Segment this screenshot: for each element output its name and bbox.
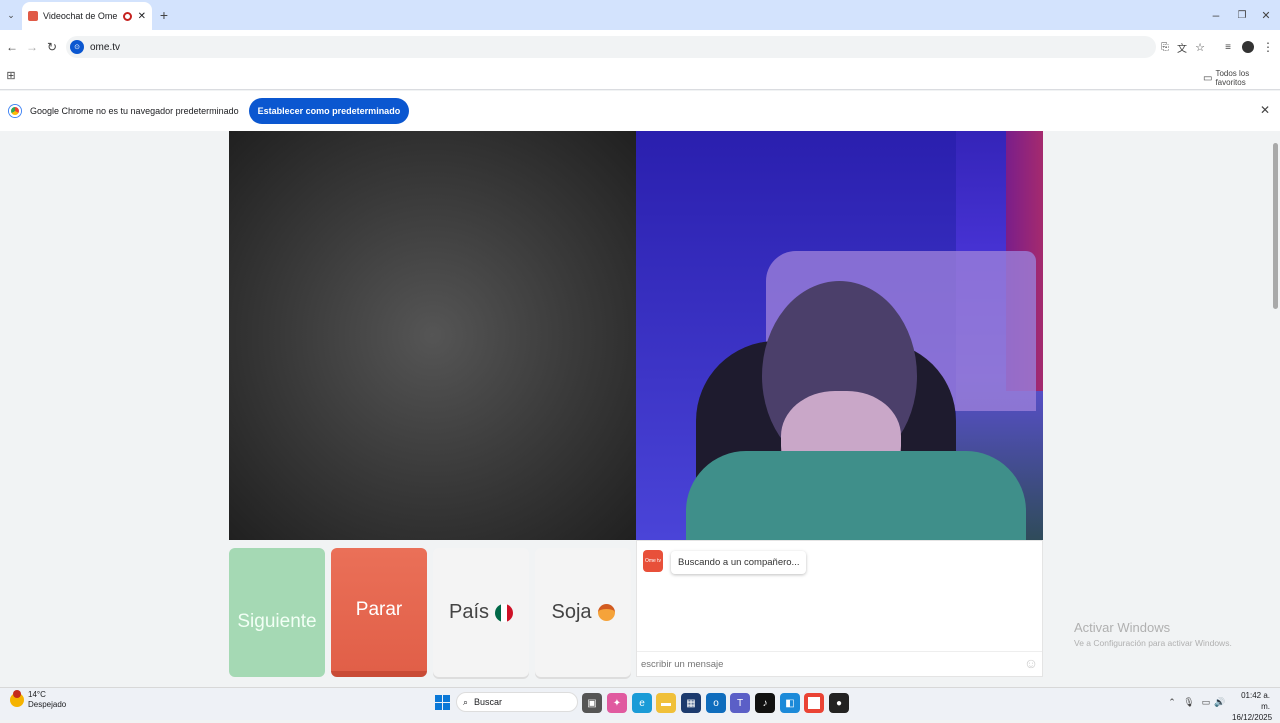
chrome-taskbar-icon[interactable]: [804, 693, 824, 713]
country-label: País: [448, 601, 490, 623]
ometv-logo-text: Ome tv: [644, 558, 662, 564]
site-info-icon[interactable]: ⊙: [70, 40, 84, 54]
volume-icon[interactable]: 🔊: [1214, 695, 1226, 709]
back-icon[interactable]: ←: [4, 39, 20, 55]
weather-widget[interactable]: 14°C Despejado: [10, 690, 66, 710]
bookmark-star-icon[interactable]: ☆: [1193, 40, 1207, 54]
watermark-title: Activar Windows: [1074, 620, 1171, 635]
recorder-icon[interactable]: ●: [829, 693, 849, 713]
watermark-subtitle: Ve a Configuración para activar Windows.: [1074, 638, 1232, 648]
gender-label: Soja: [551, 601, 592, 623]
forward-icon[interactable]: →: [24, 39, 40, 55]
new-tab-icon[interactable]: +: [156, 7, 172, 23]
next-button[interactable]: Siguiente: [229, 548, 325, 677]
tab-strip: [0, 0, 1280, 30]
clock-time: 01:42 a. m.: [1241, 691, 1270, 711]
all-bookmarks-folder[interactable]: ▭ Todos los favoritos: [1203, 69, 1280, 87]
search-icon: ⌕: [463, 696, 469, 707]
address-bar[interactable]: ⊙ ome.tv: [66, 36, 1156, 58]
gender-filter-button[interactable]: Soja: [535, 548, 631, 677]
person-shirt: [686, 451, 1026, 540]
recording-icon: [122, 11, 132, 21]
infobar-message: Google Chrome no es tu navegador predete…: [30, 106, 239, 116]
default-browser-infobar: Google Chrome no es tu navegador predete…: [0, 91, 1280, 131]
partner-video-static: [229, 131, 636, 540]
chat-status-bubble: Buscando a un compañero...: [671, 551, 807, 574]
task-view-icon[interactable]: ▣: [582, 693, 602, 713]
chrome-logo-icon: [9, 105, 21, 117]
own-camera-video: [636, 131, 1043, 540]
folder-icon: ▭: [1203, 72, 1213, 84]
taskbar-search-box[interactable]: ⌕ Buscar: [456, 692, 578, 712]
all-bookmarks-label: Todos los favoritos: [1215, 69, 1250, 87]
tab-ometv[interactable]: Videochat de OmeTV: una ✕: [22, 2, 152, 30]
notification-badge: [13, 690, 21, 698]
chat-panel: Ome tv Buscando a un compañero... ☺: [636, 540, 1043, 677]
set-default-button[interactable]: Establecer como predeterminado: [248, 98, 410, 124]
profile-avatar-icon[interactable]: [1241, 40, 1255, 54]
microphone-icon[interactable]: 🎙: [1183, 695, 1195, 709]
teams-icon[interactable]: T: [730, 693, 750, 713]
app-window-icon[interactable]: ◧: [780, 693, 800, 713]
url-text: ome.tv: [90, 41, 121, 53]
bookmarks-bar: [0, 64, 1280, 90]
emoji-icon[interactable]: ☺: [1023, 655, 1039, 671]
tab-search-chevron-icon[interactable]: ⌄: [2, 7, 20, 23]
media-control-icon[interactable]: ≡: [1221, 40, 1235, 54]
chrome-menu-icon[interactable]: ⋮: [1261, 40, 1275, 54]
show-hidden-icons-icon[interactable]: ⌃: [1166, 695, 1178, 709]
weather-temp: 14°C: [28, 690, 46, 699]
tiktok-icon[interactable]: ♪: [755, 693, 775, 713]
clock-date: 16/12/2025: [1232, 713, 1273, 722]
weather-sun-icon: [10, 690, 24, 707]
chat-status-text: Buscando a un compañero...: [678, 557, 800, 568]
restore-icon[interactable]: ❐: [1234, 7, 1250, 23]
window-close-icon[interactable]: ✕: [1258, 7, 1274, 23]
apps-grid-icon[interactable]: ⊞: [4, 68, 18, 82]
edge-icon[interactable]: e: [632, 693, 652, 713]
clock[interactable]: 01:42 a. m. 16/12/2025: [1232, 690, 1273, 723]
chat-divider: [637, 651, 1042, 652]
reload-icon[interactable]: ↻: [44, 39, 60, 55]
copilot-icon[interactable]: ✦: [607, 693, 627, 713]
file-explorer-icon[interactable]: ▬: [656, 693, 676, 713]
chat-message-input[interactable]: [641, 655, 1011, 673]
activate-windows-watermark: Activar Windows Ve a Configuración para …: [1074, 620, 1232, 648]
ometv-logo: Ome tv: [643, 550, 663, 572]
outlook-icon[interactable]: o: [706, 693, 726, 713]
tab-close-icon[interactable]: ✕: [138, 11, 146, 22]
install-app-icon[interactable]: ⎘: [1158, 40, 1172, 54]
stop-button[interactable]: Parar: [331, 548, 427, 677]
minimize-icon[interactable]: –: [1208, 7, 1224, 23]
mexico-flag-icon: [495, 603, 514, 622]
page-scrollbar[interactable]: [1273, 143, 1278, 309]
windows-start-icon[interactable]: [433, 693, 451, 711]
country-filter-button[interactable]: País: [433, 548, 529, 677]
translate-icon[interactable]: 文: [1175, 40, 1189, 55]
boy-face-icon: [597, 604, 615, 621]
tab-title: Videochat de OmeTV: una: [43, 11, 117, 21]
store-icon[interactable]: ▦: [681, 693, 701, 713]
ometv-favicon-icon: [28, 11, 38, 21]
taskbar-search-label: Buscar: [474, 697, 503, 707]
infobar-close-icon[interactable]: ✕: [1258, 103, 1272, 117]
weather-condition: Despejado: [28, 700, 67, 709]
network-icon[interactable]: ▭: [1200, 695, 1212, 709]
